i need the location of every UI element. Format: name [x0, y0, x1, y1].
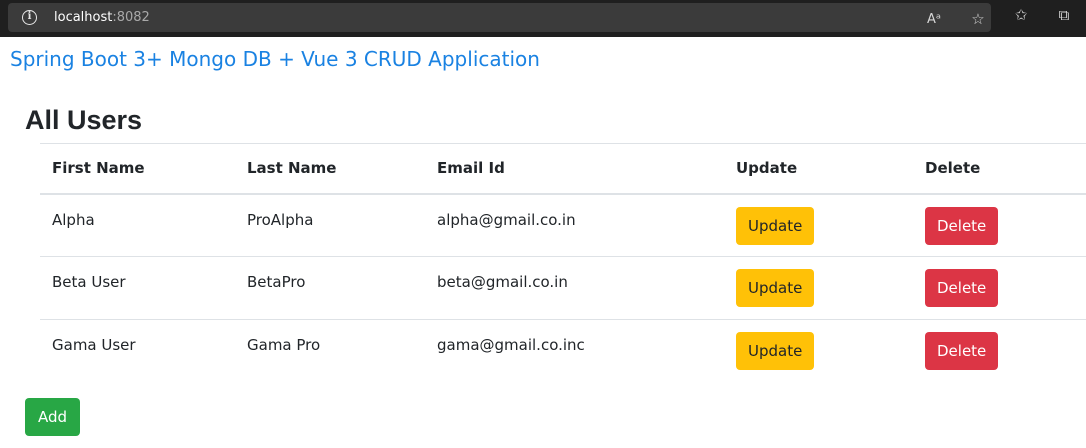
cell-email: alpha@gmail.co.in [437, 210, 576, 229]
url-text[interactable]: localhost:8082 [54, 10, 150, 25]
url-port: :8082 [112, 10, 150, 25]
app-title: Spring Boot 3+ Mongo DB + Vue 3 CRUD App… [10, 47, 540, 71]
header-update: Update [724, 143, 913, 195]
page-title: All Users [25, 105, 143, 135]
url-host: localhost [54, 10, 113, 25]
read-aloud-icon[interactable]: Aᵃ [924, 11, 944, 29]
browser-toolbar: i localhost:8082 Aᵃ ☆ ✩ ⧉ [0, 0, 1086, 37]
cell-last-name: Gama Pro [235, 319, 425, 383]
table-header-row: First Name Last Name Email Id Update Del… [40, 143, 1086, 195]
cell-last-name: BetaPro [235, 256, 425, 320]
header-delete: Delete [913, 143, 1086, 195]
cell-last-name: ProAlpha [247, 210, 314, 229]
delete-button[interactable]: Delete [925, 332, 999, 370]
table-row: Gama User Gama Pro gama@gmail.co.inc Upd… [40, 319, 1086, 383]
cell-email: gama@gmail.co.inc [425, 319, 724, 383]
table-row: Alpha ProAlpha alpha@gmail.co.in Update … [40, 194, 1086, 257]
header-last-name: Last Name [235, 143, 425, 195]
update-button[interactable]: Update [736, 269, 815, 307]
update-button[interactable]: Update [736, 332, 815, 370]
cell-first-name: Gama User [40, 319, 235, 383]
delete-button[interactable]: Delete [925, 269, 999, 307]
cell-update: Update [724, 256, 913, 320]
header-first-name: First Name [40, 143, 235, 195]
cell-delete: Delete [913, 319, 1086, 383]
cell-email: beta@gmail.co.in [425, 256, 724, 320]
cell-delete: Delete [913, 256, 1086, 320]
header-email-id: Email Id [425, 143, 724, 195]
users-table: First Name Last Name Email Id Update Del… [40, 143, 1086, 383]
table-row: Beta User BetaPro beta@gmail.co.in Updat… [40, 256, 1086, 320]
info-icon[interactable]: i [22, 10, 37, 25]
favorite-add-icon[interactable]: ☆ [968, 10, 988, 28]
cell-update: Update [724, 194, 913, 257]
cell-delete: Delete [913, 194, 1086, 257]
address-bar[interactable]: i localhost:8082 Aᵃ ☆ [8, 3, 991, 32]
collections-icon[interactable]: ⧉ [1054, 6, 1074, 24]
cell-first-name: Beta User [40, 256, 235, 320]
delete-button[interactable]: Delete [925, 206, 999, 245]
cell-update: Update [724, 319, 913, 383]
favorites-icon[interactable]: ✩ [1011, 6, 1031, 24]
add-button[interactable]: Add [25, 398, 80, 436]
update-button[interactable]: Update [736, 206, 815, 245]
cell-first-name: Alpha [52, 210, 95, 229]
